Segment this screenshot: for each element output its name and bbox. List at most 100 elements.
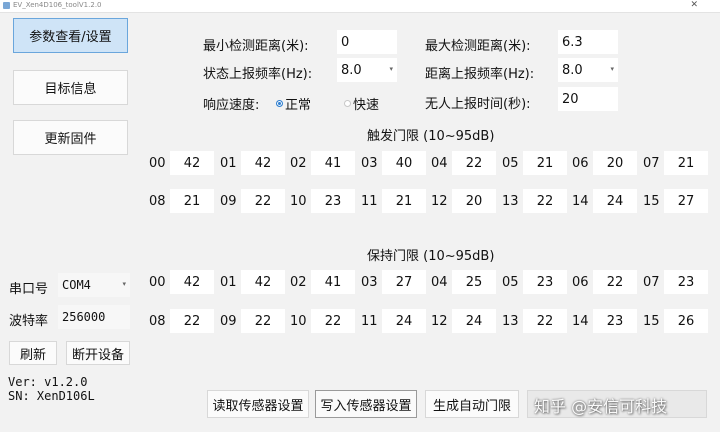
params-nav-button[interactable]: 参数查看/设置 <box>13 18 128 53</box>
max-distance-input[interactable]: 6.3 <box>558 30 618 54</box>
chevron-down-icon: ▾ <box>389 65 393 73</box>
threshold-index-label: 04 <box>431 156 448 171</box>
threshold-input[interactable]: 21 <box>523 151 567 175</box>
threshold-index-label: 12 <box>431 314 448 329</box>
threshold-index-label: 09 <box>220 314 237 329</box>
serial-port-value: COM4 <box>62 278 91 292</box>
threshold-input[interactable]: 26 <box>664 309 708 333</box>
threshold-input[interactable]: 21 <box>382 189 426 213</box>
threshold-input[interactable]: 24 <box>593 189 637 213</box>
threshold-input[interactable]: 22 <box>593 270 637 294</box>
chevron-down-icon: ▾ <box>610 65 614 73</box>
baud-rate-label: 波特率 <box>9 314 49 329</box>
max-distance-label: 最大检测距离(米): <box>425 39 531 54</box>
threshold-input[interactable]: 22 <box>170 309 214 333</box>
state-rate-value: 8.0 <box>341 62 362 78</box>
window-title: EV_Xen4D106_toolV1.2.0 <box>13 1 102 9</box>
hold-threshold-title: 保持门限 (10~95dB) <box>367 249 495 264</box>
title-bar: EV_Xen4D106_toolV1.2.0 ✕ <box>0 0 720 13</box>
write-sensor-settings-button[interactable]: 写入传感器设置 <box>315 390 417 418</box>
threshold-index-label: 14 <box>572 194 589 209</box>
threshold-input[interactable]: 20 <box>593 151 637 175</box>
threshold-input[interactable]: 42 <box>170 270 214 294</box>
threshold-index-label: 14 <box>572 314 589 329</box>
threshold-index-label: 13 <box>502 194 519 209</box>
threshold-index-label: 04 <box>431 275 448 290</box>
watermark-text: 知乎 @安信可科技 <box>534 397 668 416</box>
threshold-index-label: 08 <box>149 194 166 209</box>
response-normal-radio[interactable] <box>276 100 283 107</box>
threshold-input[interactable]: 21 <box>664 151 708 175</box>
threshold-index-label: 00 <box>149 275 166 290</box>
serial-port-select[interactable]: COM4 ▾ <box>58 273 130 297</box>
threshold-index-label: 11 <box>361 314 378 329</box>
app-icon <box>3 2 10 9</box>
target-info-nav-button[interactable]: 目标信息 <box>13 70 128 105</box>
threshold-index-label: 07 <box>643 275 660 290</box>
disconnect-button[interactable]: 断开设备 <box>66 341 130 365</box>
min-distance-value: 0 <box>341 34 350 50</box>
threshold-input[interactable]: 20 <box>452 189 496 213</box>
close-icon[interactable]: ✕ <box>690 0 698 10</box>
threshold-input[interactable]: 41 <box>311 270 355 294</box>
threshold-input[interactable]: 27 <box>382 270 426 294</box>
threshold-index-label: 12 <box>431 194 448 209</box>
threshold-input[interactable]: 23 <box>664 270 708 294</box>
threshold-input[interactable]: 23 <box>523 270 567 294</box>
threshold-input[interactable]: 22 <box>523 309 567 333</box>
threshold-input[interactable]: 25 <box>452 270 496 294</box>
threshold-index-label: 10 <box>290 194 307 209</box>
threshold-index-label: 09 <box>220 194 237 209</box>
threshold-input[interactable]: 27 <box>664 189 708 213</box>
version-text: Ver: v1.2.0 <box>8 375 88 389</box>
threshold-index-label: 15 <box>643 314 660 329</box>
update-firmware-nav-button[interactable]: 更新固件 <box>13 120 128 155</box>
threshold-input[interactable]: 23 <box>311 189 355 213</box>
response-fast-label[interactable]: 快速 <box>353 94 379 113</box>
response-normal-label[interactable]: 正常 <box>285 94 311 113</box>
threshold-input[interactable]: 40 <box>382 151 426 175</box>
threshold-index-label: 05 <box>502 275 519 290</box>
threshold-index-label: 02 <box>290 275 307 290</box>
threshold-index-label: 01 <box>220 275 237 290</box>
generate-auto-threshold-button[interactable]: 生成自动门限 <box>425 390 519 418</box>
threshold-input[interactable]: 22 <box>311 309 355 333</box>
distance-rate-label: 距离上报频率(Hz): <box>425 67 535 82</box>
threshold-index-label: 05 <box>502 156 519 171</box>
threshold-index-label: 11 <box>361 194 378 209</box>
no-person-time-label: 无人上报时间(秒): <box>425 97 531 112</box>
threshold-input[interactable]: 42 <box>241 270 285 294</box>
threshold-input[interactable]: 41 <box>311 151 355 175</box>
threshold-input[interactable]: 22 <box>241 189 285 213</box>
threshold-input[interactable]: 42 <box>241 151 285 175</box>
threshold-input[interactable]: 23 <box>593 309 637 333</box>
no-person-time-value: 20 <box>562 91 579 107</box>
threshold-index-label: 15 <box>643 194 660 209</box>
threshold-input[interactable]: 24 <box>382 309 426 333</box>
chevron-down-icon: ▾ <box>122 280 126 288</box>
threshold-index-label: 03 <box>361 156 378 171</box>
read-sensor-settings-button[interactable]: 读取传感器设置 <box>207 390 309 418</box>
state-rate-label: 状态上报频率(Hz): <box>203 67 313 82</box>
baud-rate-input[interactable]: 256000 <box>58 305 130 329</box>
threshold-input[interactable]: 22 <box>523 189 567 213</box>
threshold-input[interactable]: 22 <box>241 309 285 333</box>
threshold-index-label: 13 <box>502 314 519 329</box>
threshold-input[interactable]: 21 <box>170 189 214 213</box>
refresh-button[interactable]: 刷新 <box>9 341 57 365</box>
distance-rate-select[interactable]: 8.0 ▾ <box>558 58 618 82</box>
threshold-input[interactable]: 22 <box>452 151 496 175</box>
threshold-input[interactable]: 42 <box>170 151 214 175</box>
trigger-threshold-title: 触发门限 (10~95dB) <box>367 129 495 144</box>
threshold-index-label: 10 <box>290 314 307 329</box>
response-fast-radio[interactable] <box>344 100 351 107</box>
threshold-index-label: 03 <box>361 275 378 290</box>
serial-number-text: SN: XenD106L <box>8 389 95 403</box>
state-rate-select[interactable]: 8.0 ▾ <box>337 58 397 82</box>
max-distance-value: 6.3 <box>562 34 583 50</box>
threshold-index-label: 01 <box>220 156 237 171</box>
no-person-time-input[interactable]: 20 <box>558 87 618 111</box>
min-distance-input[interactable]: 0 <box>337 30 397 54</box>
threshold-index-label: 00 <box>149 156 166 171</box>
threshold-input[interactable]: 24 <box>452 309 496 333</box>
